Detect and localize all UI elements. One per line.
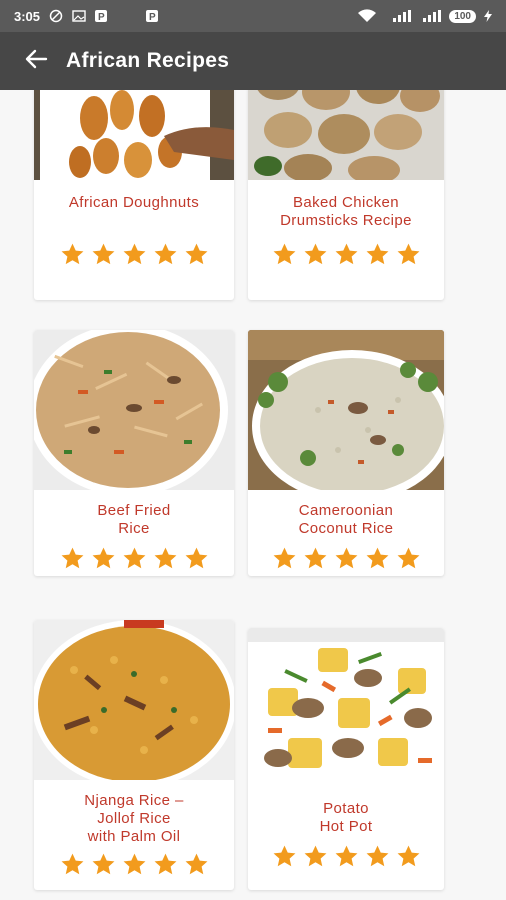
- star-icon[interactable]: [334, 546, 359, 571]
- recipe-grid: African Doughnuts Baked Chicken Drumstic…: [34, 90, 444, 890]
- arrow-left-icon: [24, 49, 48, 74]
- recipe-card[interactable]: Potato Hot Pot: [248, 628, 444, 890]
- star-icon[interactable]: [122, 852, 147, 877]
- star-icon[interactable]: [365, 844, 390, 869]
- status-time: 3:05: [14, 8, 41, 24]
- app-bar: African Recipes: [0, 32, 506, 90]
- rating-stars[interactable]: [248, 546, 444, 571]
- rating-stars[interactable]: [248, 242, 444, 267]
- recipe-title: Beef Fried Rice: [97, 502, 171, 537]
- star-icon[interactable]: [153, 546, 178, 571]
- recipe-image: [34, 330, 234, 490]
- star-icon[interactable]: [184, 546, 209, 571]
- back-button[interactable]: [0, 32, 72, 90]
- star-icon[interactable]: [91, 546, 116, 571]
- signal-icon: [385, 10, 412, 22]
- star-icon[interactable]: [365, 546, 390, 571]
- star-icon[interactable]: [60, 242, 85, 267]
- star-icon[interactable]: [60, 546, 85, 571]
- star-icon[interactable]: [60, 852, 85, 877]
- signal-icon: [419, 10, 442, 22]
- recipe-card[interactable]: Baked Chicken Drumsticks Recipe: [248, 90, 444, 300]
- rating-stars[interactable]: [34, 546, 234, 571]
- recipe-list[interactable]: African Doughnuts Baked Chicken Drumstic…: [0, 90, 506, 900]
- recipe-title: Baked Chicken Drumsticks Recipe: [280, 194, 412, 229]
- star-icon[interactable]: [334, 242, 359, 267]
- do-not-disturb-icon: [49, 9, 63, 23]
- star-icon[interactable]: [272, 242, 297, 267]
- star-icon[interactable]: [303, 242, 328, 267]
- recipe-card[interactable]: African Doughnuts: [34, 90, 234, 300]
- charging-icon: [484, 10, 492, 22]
- star-icon[interactable]: [334, 844, 359, 869]
- star-icon[interactable]: [365, 242, 390, 267]
- svg-text:P: P: [98, 12, 105, 22]
- star-icon[interactable]: [396, 546, 421, 571]
- recipe-title: Cameroonian Coconut Rice: [298, 502, 394, 537]
- recipe-card[interactable]: Beef Fried Rice: [34, 330, 234, 576]
- recipe-card[interactable]: Njanga Rice – Jollof Rice with Palm Oil: [34, 620, 234, 890]
- star-icon[interactable]: [153, 242, 178, 267]
- parking-icon: P: [146, 10, 159, 22]
- star-icon[interactable]: [184, 852, 209, 877]
- recipe-image: [248, 90, 444, 180]
- image-icon: [72, 10, 86, 22]
- star-icon[interactable]: [122, 546, 147, 571]
- recipe-image: [34, 620, 234, 780]
- star-icon[interactable]: [91, 852, 116, 877]
- star-icon[interactable]: [184, 242, 209, 267]
- star-icon[interactable]: [396, 844, 421, 869]
- star-icon[interactable]: [122, 242, 147, 267]
- recipe-card[interactable]: Cameroonian Coconut Rice: [248, 330, 444, 576]
- star-icon[interactable]: [272, 844, 297, 869]
- recipe-image: [248, 330, 444, 490]
- parking-icon: P: [95, 10, 108, 22]
- status-bar: 3:05 P P 100: [0, 0, 506, 32]
- star-icon[interactable]: [91, 242, 116, 267]
- star-icon[interactable]: [303, 844, 328, 869]
- recipe-image: [248, 628, 444, 788]
- rating-stars[interactable]: [248, 844, 444, 869]
- recipe-title: Njanga Rice – Jollof Rice with Palm Oil: [84, 792, 184, 845]
- rating-stars[interactable]: [34, 242, 234, 267]
- recipe-title: African Doughnuts: [68, 194, 200, 211]
- star-icon[interactable]: [396, 242, 421, 267]
- recipe-title: Potato Hot Pot: [319, 800, 373, 835]
- wifi-icon: [357, 9, 377, 23]
- battery-indicator: 100: [449, 9, 476, 23]
- svg-text:P: P: [149, 12, 156, 22]
- star-icon[interactable]: [153, 852, 178, 877]
- recipe-image: [34, 90, 234, 180]
- page-title: African Recipes: [66, 49, 230, 72]
- rating-stars[interactable]: [34, 852, 234, 877]
- star-icon[interactable]: [303, 546, 328, 571]
- star-icon[interactable]: [272, 546, 297, 571]
